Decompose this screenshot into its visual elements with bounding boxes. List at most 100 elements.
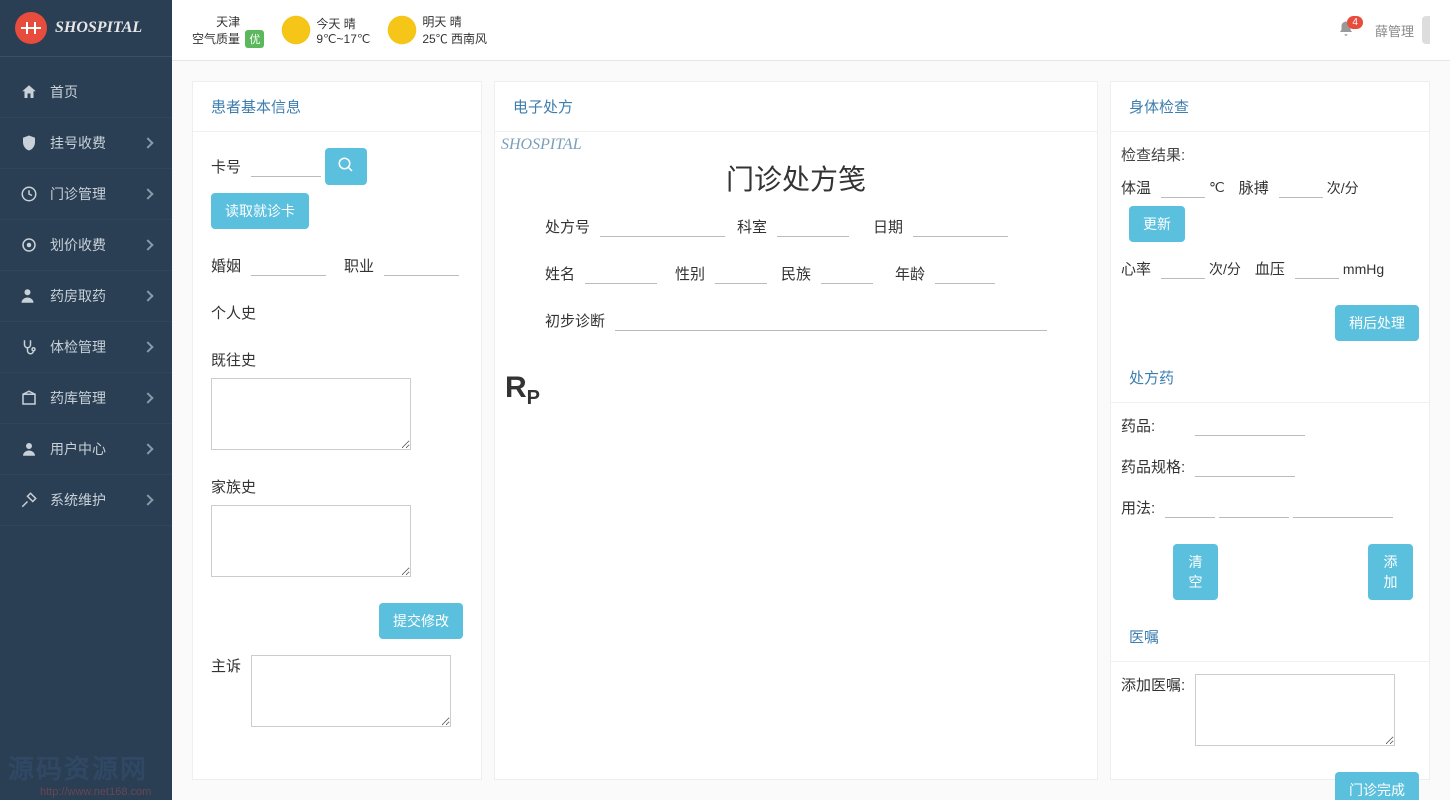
user-menu[interactable]: 薛管理 — [1375, 21, 1414, 40]
read-card-button[interactable]: 读取就诊卡 — [211, 193, 309, 229]
sidebar-item-pricing[interactable]: 划价收费 — [0, 220, 172, 271]
today-label: 今天 — [316, 17, 340, 31]
card-no-label: 卡号 — [211, 156, 241, 177]
sidebar-item-pharmacy[interactable]: 药房取药 — [0, 271, 172, 322]
usage-input-1[interactable] — [1165, 497, 1215, 518]
family-history-input[interactable] — [211, 505, 411, 577]
occupation-input[interactable] — [384, 255, 459, 276]
sidebar-item-label: 首页 — [50, 82, 152, 102]
sidebar-item-label: 药房取药 — [50, 286, 144, 306]
search-card-button[interactable] — [325, 148, 367, 185]
sidebar-item-registration[interactable]: 挂号收费 — [0, 118, 172, 169]
nav: 首页 挂号收费 门诊管理 划价收费 药房取药 — [0, 57, 172, 800]
date-label: 日期 — [873, 216, 903, 237]
rx-brand: SHOSPITAL — [495, 132, 1097, 154]
sidebar-item-label: 门诊管理 — [50, 184, 144, 204]
sidebar-item-outpatient[interactable]: 门诊管理 — [0, 169, 172, 220]
notifications-button[interactable]: 4 — [1337, 20, 1355, 41]
marriage-label: 婚姻 — [211, 255, 241, 276]
date-input[interactable] — [913, 216, 1008, 237]
clear-button[interactable]: 清空 — [1173, 544, 1218, 600]
sidebar-item-label: 系统维护 — [50, 490, 144, 510]
tomorrow-label: 明天 — [422, 15, 446, 29]
tools-icon — [20, 491, 38, 509]
sidebar-item-label: 用户中心 — [50, 439, 144, 459]
usage-input-3[interactable] — [1293, 497, 1393, 518]
chevron-right-icon — [142, 188, 153, 199]
rp-symbol: RP — [495, 357, 1097, 410]
user-icon — [20, 440, 38, 458]
add-drug-button[interactable]: 添加 — [1368, 544, 1413, 600]
avatar[interactable] — [1422, 16, 1430, 44]
rx-no-input[interactable] — [600, 216, 725, 237]
occupation-label: 职业 — [344, 255, 374, 276]
sidebar-item-label: 体检管理 — [50, 337, 144, 357]
defer-button[interactable]: 稍后处理 — [1335, 305, 1419, 341]
box-icon — [20, 389, 38, 407]
chevron-right-icon — [142, 392, 153, 403]
panel-title: 处方药 — [1111, 353, 1429, 403]
sidebar-item-home[interactable]: 首页 — [0, 67, 172, 118]
right-column: 身体检查 检查结果: 体温 ℃ 脉搏 次/分 更新 心率 — [1110, 81, 1430, 780]
rx-sheet-title: 门诊处方笺 — [495, 158, 1097, 198]
chevron-right-icon — [142, 341, 153, 352]
pulse-input[interactable] — [1279, 177, 1323, 198]
name-label: 姓名 — [545, 263, 575, 284]
target-icon — [20, 236, 38, 254]
dept-label: 科室 — [737, 216, 767, 237]
bp-input[interactable] — [1295, 258, 1339, 279]
sidebar-item-system[interactable]: 系统维护 — [0, 475, 172, 526]
name-input[interactable] — [585, 263, 657, 284]
age-input[interactable] — [935, 263, 995, 284]
ethnicity-label: 民族 — [781, 263, 811, 284]
home-icon — [20, 83, 38, 101]
chevron-right-icon — [142, 443, 153, 454]
pulse-unit: 次/分 — [1327, 178, 1359, 198]
logo-icon — [15, 12, 47, 44]
dept-input[interactable] — [777, 216, 849, 237]
bp-label: 血压 — [1255, 258, 1285, 279]
sidebar: SHOSPITAL 首页 挂号收费 门诊管理 划价收费 — [0, 0, 172, 800]
chief-complaint-input[interactable] — [251, 655, 451, 727]
ethnicity-input[interactable] — [821, 263, 873, 284]
marriage-input[interactable] — [251, 255, 326, 276]
temp-input[interactable] — [1161, 177, 1205, 198]
weather-city: 天津 — [192, 13, 264, 30]
drug-label: 药品: — [1121, 415, 1155, 436]
finish-button[interactable]: 门诊完成 — [1335, 772, 1419, 800]
gender-input[interactable] — [715, 263, 767, 284]
card-no-input[interactable] — [251, 156, 321, 177]
sun-icon — [388, 16, 416, 44]
hr-unit: 次/分 — [1209, 259, 1241, 279]
chevron-right-icon — [142, 290, 153, 301]
update-button[interactable]: 更新 — [1129, 206, 1185, 242]
today-temp: 9℃~17℃ — [316, 32, 370, 46]
personal-history-label: 个人史 — [211, 302, 256, 323]
topbar: 天津 空气质量 优 今天 晴 9℃~17℃ 明天 晴 25℃ 西南风 — [172, 0, 1450, 61]
sun-icon — [282, 16, 310, 44]
person-icon — [20, 287, 38, 305]
sidebar-item-physical-exam[interactable]: 体检管理 — [0, 322, 172, 373]
usage-input-2[interactable] — [1219, 497, 1289, 518]
sidebar-item-label: 药库管理 — [50, 388, 144, 408]
today-cond: 晴 — [344, 17, 356, 31]
submit-modify-button[interactable]: 提交修改 — [379, 603, 463, 639]
drug-input[interactable] — [1195, 415, 1305, 436]
past-history-input[interactable] — [211, 378, 411, 450]
air-quality-label: 空气质量 — [192, 32, 240, 46]
diagnosis-input[interactable] — [615, 310, 1047, 331]
sidebar-item-drug-store[interactable]: 药库管理 — [0, 373, 172, 424]
drug-spec-input[interactable] — [1195, 456, 1295, 477]
temp-unit: ℃ — [1209, 179, 1225, 196]
gender-label: 性别 — [675, 263, 705, 284]
family-history-label: 家族史 — [211, 476, 256, 497]
pulse-label: 脉搏 — [1239, 177, 1269, 198]
sidebar-item-user-center[interactable]: 用户中心 — [0, 424, 172, 475]
advice-input[interactable] — [1195, 674, 1395, 746]
sidebar-item-label: 划价收费 — [50, 235, 144, 255]
hr-input[interactable] — [1161, 258, 1205, 279]
chevron-right-icon — [142, 239, 153, 250]
logo[interactable]: SHOSPITAL — [0, 0, 172, 57]
add-advice-label: 添加医嘱: — [1121, 674, 1185, 695]
panel-title: 电子处方 — [495, 82, 1097, 132]
